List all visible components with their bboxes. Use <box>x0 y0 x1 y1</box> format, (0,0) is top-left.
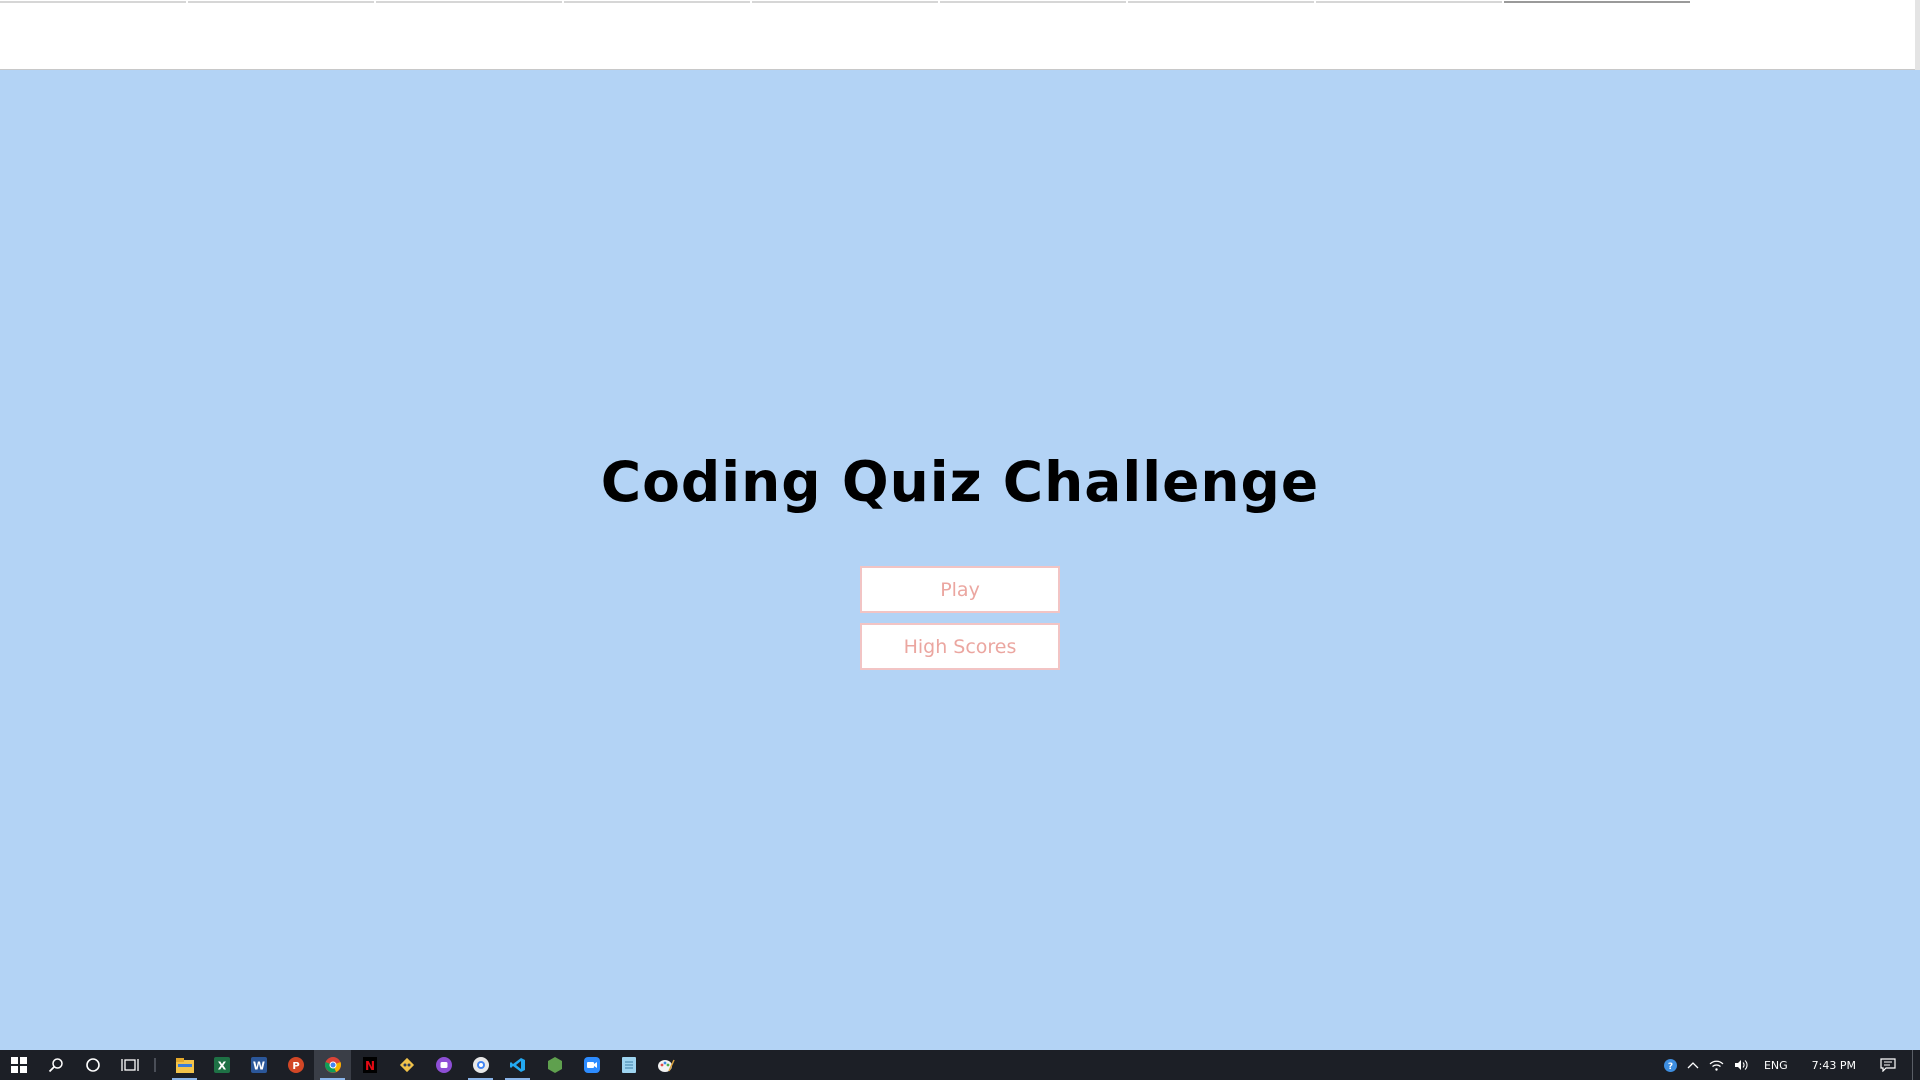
svg-text:W: W <box>252 1060 264 1073</box>
browser-toolbar <box>0 0 1920 70</box>
file-explorer-icon[interactable] <box>166 1050 203 1080</box>
notifications-icon[interactable] <box>1870 1050 1906 1080</box>
vscode-icon[interactable] <box>499 1050 536 1080</box>
cortana-icon[interactable] <box>74 1050 111 1080</box>
browser-tab[interactable] <box>564 0 750 3</box>
volume-icon[interactable] <box>1729 1050 1754 1080</box>
high-scores-button[interactable]: High Scores <box>860 623 1060 670</box>
taskbar-separator <box>154 1058 156 1072</box>
system-tray: ? ENG 7:43 PM <box>1659 1050 1920 1080</box>
clock[interactable]: 7:43 PM <box>1798 1050 1870 1080</box>
netflix-icon[interactable]: N <box>351 1050 388 1080</box>
chrome-icon[interactable] <box>314 1050 351 1080</box>
play-button[interactable]: Play <box>860 566 1060 613</box>
svg-text:X: X <box>217 1060 226 1073</box>
browser-tab[interactable] <box>752 0 938 3</box>
browser-tab[interactable] <box>1128 0 1314 3</box>
task-view-icon[interactable] <box>111 1050 148 1080</box>
word-icon[interactable]: W <box>240 1050 277 1080</box>
notepad-icon[interactable] <box>610 1050 647 1080</box>
excel-icon[interactable]: X <box>203 1050 240 1080</box>
discord-like-icon[interactable] <box>425 1050 462 1080</box>
show-desktop-button[interactable] <box>1912 1050 1920 1080</box>
zoom-icon[interactable] <box>573 1050 610 1080</box>
svg-text:?: ? <box>1668 1062 1673 1072</box>
tab-strip <box>0 0 1920 3</box>
git-icon[interactable] <box>388 1050 425 1080</box>
paint-icon[interactable] <box>647 1050 684 1080</box>
browser-tab[interactable] <box>1316 0 1502 3</box>
quiz-page: Coding Quiz Challenge Play High Scores <box>0 71 1920 1050</box>
chrome-alt-icon[interactable] <box>462 1050 499 1080</box>
browser-tab[interactable] <box>0 0 186 3</box>
page-title: Coding Quiz Challenge <box>600 450 1320 514</box>
svg-text:N: N <box>364 1059 374 1073</box>
svg-text:P: P <box>292 1061 299 1072</box>
node-icon[interactable] <box>536 1050 573 1080</box>
wifi-icon[interactable] <box>1704 1050 1729 1080</box>
chevron-up-icon[interactable] <box>1682 1050 1704 1080</box>
search-icon[interactable] <box>37 1050 74 1080</box>
browser-tab[interactable] <box>188 0 374 3</box>
language-indicator[interactable]: ENG <box>1754 1050 1798 1080</box>
help-icon[interactable]: ? <box>1659 1050 1682 1080</box>
start-icon[interactable] <box>0 1050 37 1080</box>
powerpoint-icon[interactable]: P <box>277 1050 314 1080</box>
browser-tab[interactable] <box>376 0 562 3</box>
taskbar: X W P N ? ENG 7:43 PM <box>0 1050 1920 1080</box>
browser-tab[interactable] <box>940 0 1126 3</box>
browser-tab-active[interactable] <box>1504 0 1690 3</box>
scrollbar[interactable] <box>1915 0 1920 70</box>
